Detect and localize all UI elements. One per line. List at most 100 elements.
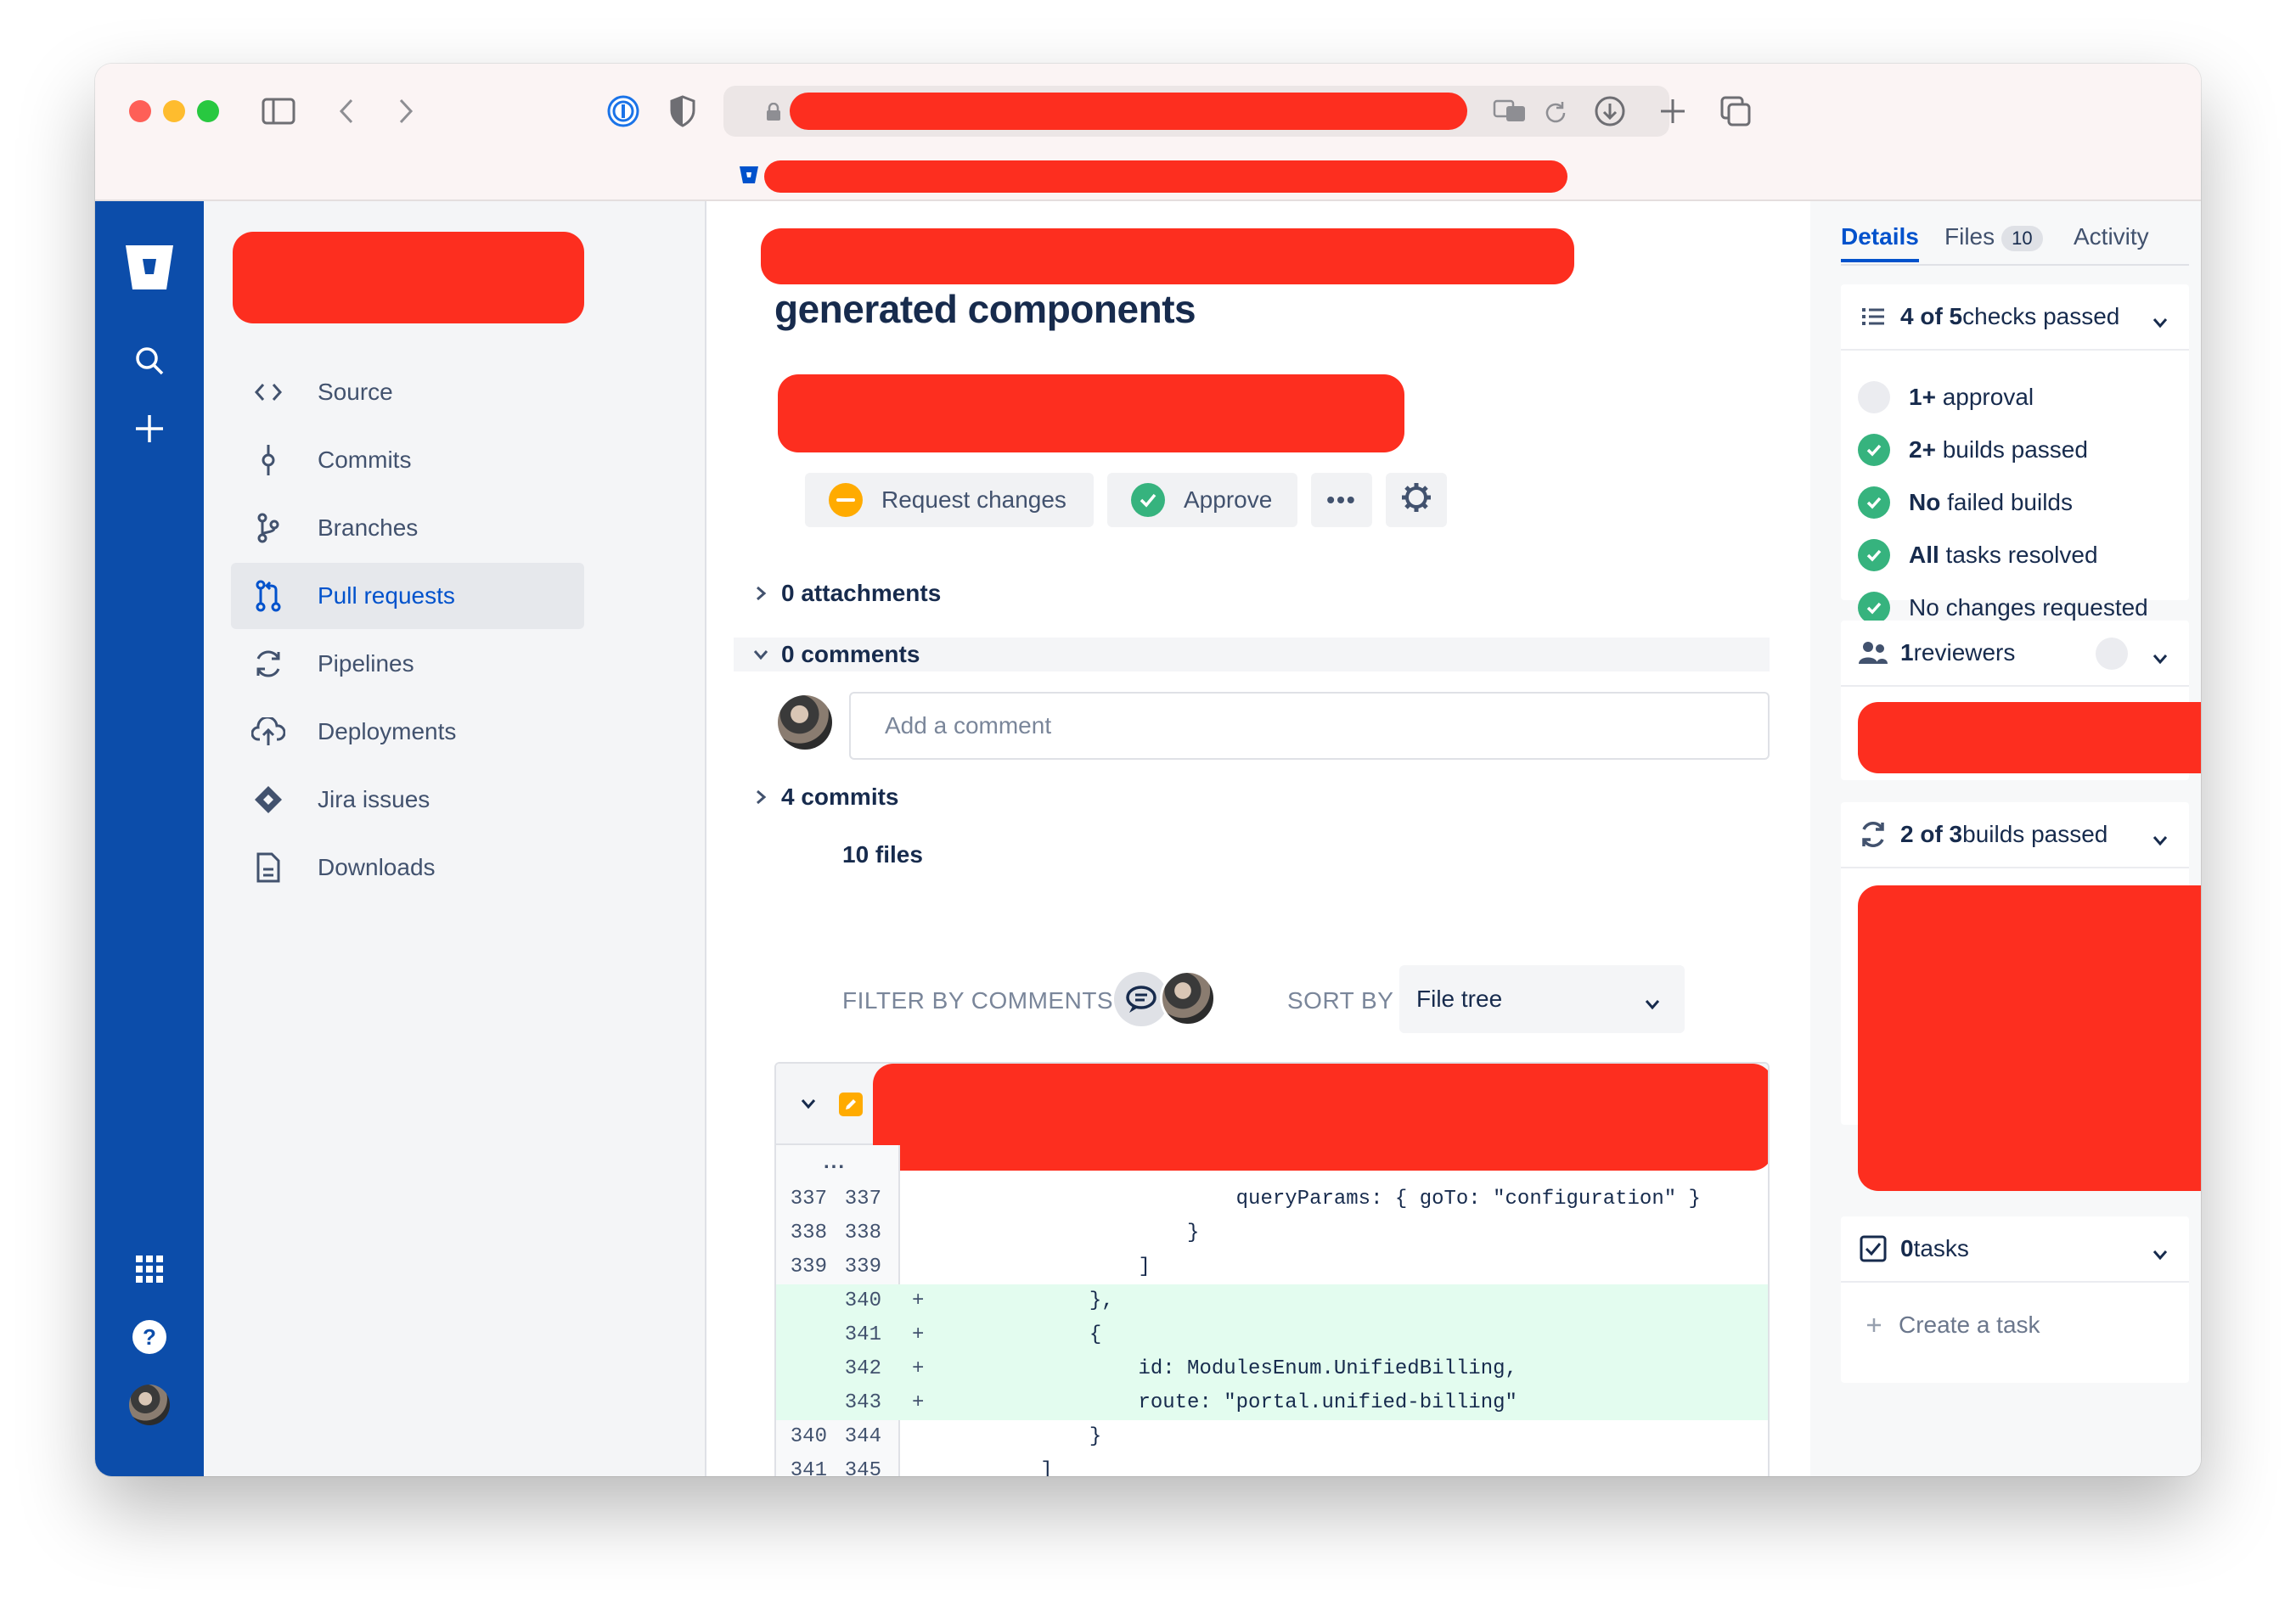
request-changes-label: Request changes bbox=[881, 486, 1066, 513]
old-line-number: 341 bbox=[790, 1459, 827, 1476]
sidebar-item-label: Deployments bbox=[318, 718, 457, 744]
code-icon bbox=[248, 372, 289, 413]
request-changes-button[interactable]: Request changes bbox=[805, 473, 1094, 527]
help-icon[interactable]: ? bbox=[129, 1317, 170, 1357]
downloads-icon[interactable] bbox=[1591, 93, 1629, 130]
tab-favicon-icon bbox=[739, 166, 759, 188]
downloads-file-icon bbox=[248, 847, 289, 888]
checks-summary: checks passed bbox=[1962, 303, 2120, 329]
tab-overview-icon[interactable] bbox=[1717, 93, 1754, 130]
check-circle-icon bbox=[1131, 483, 1165, 517]
repository-sidebar: Source Commits Branches Pull requests Pi… bbox=[204, 201, 706, 1476]
tasks-header[interactable]: 0 tasks bbox=[1841, 1216, 2189, 1283]
password-manager-icon[interactable] bbox=[605, 93, 642, 130]
bitbucket-logo-icon[interactable] bbox=[124, 242, 175, 293]
create-task-button[interactable]: Create a task bbox=[1866, 1312, 2040, 1339]
reviewers-card: 1 reviewers bbox=[1841, 621, 2201, 780]
collapse-file-chevron-icon[interactable] bbox=[800, 1098, 817, 1114]
builds-header[interactable]: 2 of 3 builds passed bbox=[1841, 802, 2189, 868]
settings-button[interactable] bbox=[1386, 473, 1447, 527]
redacted-url bbox=[790, 93, 1467, 130]
check-passed-icon bbox=[1858, 434, 1890, 466]
merge-check-item: All tasks resolved bbox=[1858, 539, 2098, 571]
tab-files-label: Files bbox=[1944, 223, 1995, 250]
diff-marker: + bbox=[912, 1357, 925, 1380]
privacy-shield-icon[interactable] bbox=[664, 93, 701, 130]
details-panel: Details Files 10 Activity 4 of 5 checks p… bbox=[1810, 201, 2201, 1476]
check-passed-icon bbox=[1858, 539, 1890, 571]
merge-checks-header[interactable]: 4 of 5 checks passed bbox=[1841, 284, 2189, 351]
jira-icon bbox=[248, 779, 289, 820]
minimize-window-button[interactable] bbox=[163, 100, 185, 122]
chevron-right-icon bbox=[751, 583, 771, 604]
commit-icon bbox=[248, 440, 289, 480]
diff-line-context: 339 339 ] bbox=[776, 1250, 1768, 1284]
merge-check-item: No failed builds bbox=[1858, 486, 2073, 519]
sort-select[interactable]: File tree bbox=[1399, 965, 1685, 1033]
sidebar-item-pull-requests[interactable]: Pull requests bbox=[231, 563, 584, 629]
comment-input[interactable]: Add a comment bbox=[849, 692, 1770, 760]
comments-toggle[interactable]: 0 comments bbox=[751, 641, 920, 668]
gear-icon bbox=[1400, 481, 1432, 520]
tasks-label: tasks bbox=[1913, 1235, 1969, 1261]
code-text: queryParams: { goTo: "configuration" } bbox=[943, 1188, 1701, 1211]
sidebar-item-deployments[interactable]: Deployments bbox=[231, 699, 584, 765]
more-actions-button[interactable]: ••• bbox=[1311, 473, 1372, 527]
code-text: ] bbox=[943, 1459, 1053, 1476]
merge-check-item: 1+ approval bbox=[1858, 381, 2034, 413]
sidebar-item-commits[interactable]: Commits bbox=[231, 427, 584, 493]
tab-details[interactable]: Details bbox=[1841, 223, 1919, 262]
merge-check-qualifier: 2+ bbox=[1909, 436, 1936, 463]
new-tab-icon[interactable] bbox=[1654, 93, 1691, 130]
sidebar-item-branches[interactable]: Branches bbox=[231, 495, 584, 561]
tab-files[interactable]: Files 10 bbox=[1944, 223, 2043, 251]
diff-line-context: 341 345 ] bbox=[776, 1454, 1768, 1476]
code-text: { bbox=[943, 1323, 1102, 1346]
check-pending-icon bbox=[1858, 381, 1890, 413]
svg-text:?: ? bbox=[143, 1324, 156, 1350]
translate-icon[interactable] bbox=[1493, 98, 1527, 129]
deployments-icon bbox=[248, 711, 289, 752]
new-line-number: 343 bbox=[844, 1391, 881, 1414]
attachments-label: 0 attachments bbox=[781, 580, 942, 606]
search-icon[interactable] bbox=[129, 340, 170, 381]
sidebar-item-source[interactable]: Source bbox=[231, 359, 584, 425]
reviewers-header[interactable]: 1 reviewers bbox=[1841, 621, 2189, 687]
new-line-number: 338 bbox=[844, 1222, 881, 1244]
new-line-number: 341 bbox=[844, 1323, 881, 1346]
back-icon[interactable] bbox=[328, 93, 365, 130]
attachments-toggle[interactable]: 0 attachments bbox=[751, 580, 941, 607]
merge-checks-card: 4 of 5 checks passed 1+ approval 2+ build… bbox=[1841, 284, 2189, 624]
diff-line-added: 340 + }, bbox=[776, 1284, 1768, 1318]
sidebar-item-downloads[interactable]: Downloads bbox=[231, 834, 584, 901]
create-icon[interactable] bbox=[129, 408, 170, 449]
comment-author-filter-avatar[interactable] bbox=[1160, 970, 1216, 1026]
details-tabs: Details Files 10 Activity bbox=[1841, 223, 2189, 266]
address-bar[interactable] bbox=[723, 86, 1669, 137]
expand-context-button[interactable]: ... bbox=[824, 1150, 846, 1174]
zoom-window-button[interactable] bbox=[197, 100, 219, 122]
sidebar-toggle-icon[interactable] bbox=[260, 93, 297, 130]
create-task-label: Create a task bbox=[1899, 1312, 2040, 1338]
reload-icon[interactable] bbox=[1544, 99, 1567, 127]
merge-check-qualifier: 1+ bbox=[1909, 384, 1936, 410]
files-count-badge: 10 bbox=[2001, 226, 2043, 251]
approve-button[interactable]: Approve bbox=[1107, 473, 1297, 527]
sort-by-label: SORT BY bbox=[1287, 987, 1394, 1014]
user-avatar[interactable] bbox=[129, 1385, 170, 1425]
forward-icon[interactable] bbox=[387, 93, 425, 130]
code-text: id: ModulesEnum.UnifiedBilling, bbox=[943, 1357, 1517, 1380]
merge-check-label: failed builds bbox=[1940, 489, 2073, 515]
commits-label: 4 commits bbox=[781, 784, 899, 810]
sidebar-item-pipelines[interactable]: Pipelines bbox=[231, 631, 584, 697]
close-window-button[interactable] bbox=[129, 100, 151, 122]
builds-label: builds passed bbox=[1962, 821, 2108, 847]
tab-activity[interactable]: Activity bbox=[2074, 223, 2149, 250]
merge-check-label: tasks resolved bbox=[1939, 542, 2098, 568]
app-switcher-icon[interactable] bbox=[129, 1249, 170, 1289]
sidebar-item-label: Jira issues bbox=[318, 786, 430, 812]
commits-toggle[interactable]: 4 commits bbox=[751, 784, 899, 811]
sidebar-item-jira-issues[interactable]: Jira issues bbox=[231, 767, 584, 833]
code-text: } bbox=[943, 1425, 1102, 1448]
redacted-repository-header bbox=[233, 232, 584, 323]
